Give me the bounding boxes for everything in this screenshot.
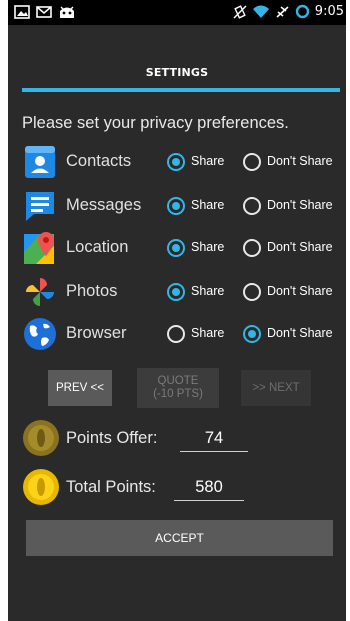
messages-icon [26, 192, 54, 221]
page-title: SETTINGS [145, 66, 209, 79]
wifi-icon [252, 5, 269, 18]
share-radio-label[interactable]: Share [191, 198, 224, 212]
vibrate-off-icon [233, 4, 247, 19]
gallery-icon [14, 5, 30, 19]
android-debug-icon [60, 6, 74, 18]
share-radio[interactable] [167, 197, 185, 215]
dont-share-radio[interactable] [243, 325, 261, 343]
dont-share-radio-label[interactable]: Don't Share [267, 284, 333, 298]
share-radio[interactable] [167, 153, 185, 171]
coin-icon [23, 420, 59, 456]
share-radio[interactable] [167, 325, 185, 343]
dont-share-radio[interactable] [243, 153, 261, 171]
permission-label: Location [66, 238, 129, 256]
accept-button[interactable]: ACCEPT [26, 520, 333, 556]
points-offer-label: Points Offer: [66, 429, 158, 447]
share-radio-label[interactable]: Share [191, 154, 224, 168]
dont-share-radio[interactable] [243, 283, 261, 301]
permission-label: Contacts [66, 152, 132, 170]
location-icon [24, 232, 54, 264]
share-radio-label[interactable]: Share [191, 284, 224, 298]
dont-share-radio-label[interactable]: Don't Share [267, 198, 333, 212]
sync-circle-icon [295, 4, 309, 19]
gmail-icon [36, 6, 52, 18]
share-radio[interactable] [167, 239, 185, 257]
gold-coin-icon [23, 469, 59, 505]
permission-row-contacts: Contacts Share Don't Share [8, 144, 346, 180]
photos-icon [26, 278, 54, 306]
quote-button[interactable]: QUOTE (-10 PTS) [137, 368, 219, 408]
dont-share-radio-label[interactable]: Don't Share [267, 326, 333, 340]
dont-share-radio[interactable] [243, 239, 261, 257]
phone-screen: 9:05 SETTINGS Please set your privacy pr… [8, 0, 346, 621]
title-accent-bar [22, 88, 340, 92]
airplane-mode-icon [276, 5, 289, 18]
permission-label: Messages [66, 196, 142, 214]
clock: 9:05 [314, 4, 344, 19]
privacy-prompt: Please set your privacy preferences. [22, 114, 289, 132]
browser-icon [24, 318, 56, 350]
total-points-label: Total Points: [66, 478, 156, 496]
share-radio-label[interactable]: Share [191, 240, 224, 254]
permission-row-browser: Browser Share Don't Share [8, 316, 346, 352]
quote-button-cost: (-10 PTS) [153, 388, 203, 400]
permission-row-location: Location Share Don't Share [8, 230, 346, 266]
share-radio-label[interactable]: Share [191, 326, 224, 340]
contacts-icon [25, 146, 55, 178]
prev-button[interactable]: PREV << [48, 370, 112, 406]
dont-share-radio[interactable] [243, 197, 261, 215]
quote-button-label: QUOTE [157, 375, 199, 387]
share-radio[interactable] [167, 283, 185, 301]
dont-share-radio-label[interactable]: Don't Share [267, 240, 333, 254]
total-points-value: 580 [174, 478, 244, 501]
permission-row-messages: Messages Share Don't Share [8, 188, 346, 224]
status-bar: 9:05 [8, 0, 346, 25]
permission-label: Photos [66, 282, 118, 300]
dont-share-radio-label[interactable]: Don't Share [267, 154, 333, 168]
permission-row-photos: Photos Share Don't Share [8, 274, 346, 310]
points-offer-value: 74 [180, 429, 248, 452]
permission-label: Browser [66, 324, 127, 342]
next-button[interactable]: >> NEXT [241, 370, 311, 406]
